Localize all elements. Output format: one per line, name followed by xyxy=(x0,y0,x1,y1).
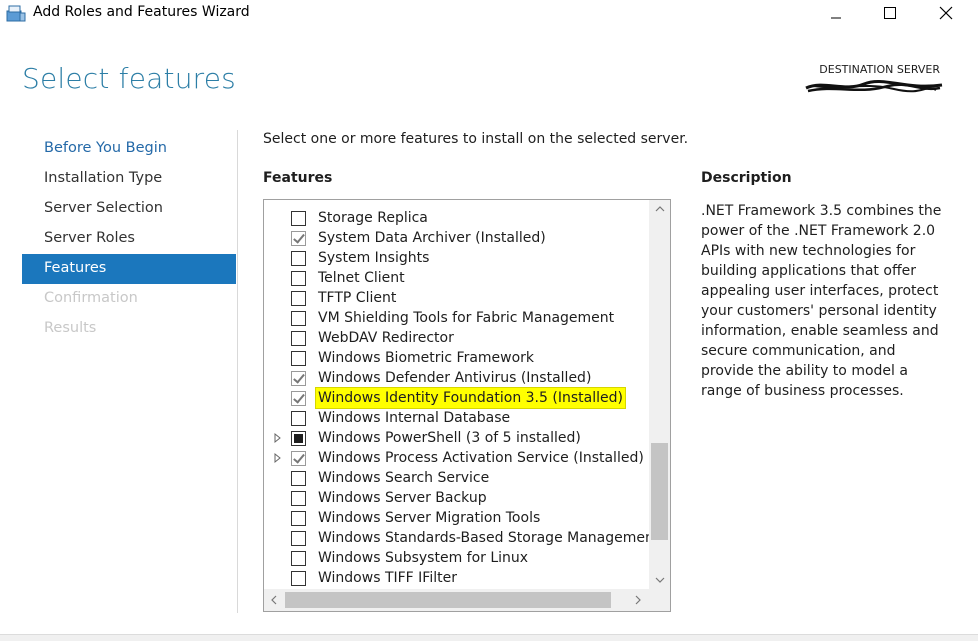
nav-before-you-begin[interactable]: Before You Begin xyxy=(22,134,236,164)
description-text: .NET Framework 3.5 combines the power of… xyxy=(701,203,942,399)
feature-checkbox[interactable] xyxy=(291,331,306,346)
feature-label: System Insights xyxy=(318,250,430,266)
feature-label: Windows Search Service xyxy=(318,470,490,486)
feature-label: Windows Biometric Framework xyxy=(318,350,535,366)
feature-checkbox[interactable] xyxy=(291,351,306,366)
maximize-button[interactable] xyxy=(864,0,916,26)
feature-label: Windows Standards-Based Storage Manageme… xyxy=(318,530,660,546)
chevron-left-icon xyxy=(271,595,277,605)
feature-checkbox[interactable] xyxy=(291,231,306,246)
feature-checkbox[interactable] xyxy=(291,531,306,546)
feature-checkbox[interactable] xyxy=(291,451,306,466)
expand-triangle-icon[interactable] xyxy=(274,432,282,444)
chevron-right-icon xyxy=(635,595,641,605)
chevron-down-icon xyxy=(655,577,664,583)
minimize-icon xyxy=(831,17,841,19)
feature-label: Storage Replica xyxy=(318,210,428,226)
feature-label: Windows Subsystem for Linux xyxy=(318,550,529,566)
feature-label: Windows TIFF IFilter xyxy=(318,570,457,586)
scroll-up-button[interactable] xyxy=(649,200,670,218)
feature-checkbox[interactable] xyxy=(291,211,306,226)
feature-checkbox[interactable] xyxy=(291,431,306,446)
feature-checkbox[interactable] xyxy=(291,371,306,386)
feature-row[interactable]: WebDAV Redirector xyxy=(264,328,648,348)
description-heading: Description xyxy=(701,170,792,186)
feature-row[interactable]: Windows PowerShell (3 of 5 installed) xyxy=(264,428,648,448)
redacted-server-name xyxy=(805,80,943,93)
feature-checkbox[interactable] xyxy=(291,491,306,506)
feature-checkbox[interactable] xyxy=(291,391,306,406)
feature-row[interactable]: Windows TIFF IFilter xyxy=(264,568,648,588)
nav-installation-type[interactable]: Installation Type xyxy=(22,164,236,194)
feature-row[interactable]: Windows Server Migration Tools xyxy=(264,508,648,528)
chevron-up-icon xyxy=(655,206,664,212)
nav-confirmation: Confirmation xyxy=(44,290,138,306)
nav-features[interactable]: Features xyxy=(22,254,236,284)
wizard-nav: Before You Begin Installation Type Serve… xyxy=(22,134,236,344)
feature-checkbox[interactable] xyxy=(291,511,306,526)
nav-divider xyxy=(237,130,238,613)
feature-row[interactable]: Windows Subsystem for Linux xyxy=(264,548,648,568)
nav-server-selection[interactable]: Server Selection xyxy=(22,194,236,224)
vertical-scrollbar[interactable] xyxy=(649,200,670,589)
feature-label: WebDAV Redirector xyxy=(318,330,454,346)
feature-checkbox[interactable] xyxy=(291,311,306,326)
feature-checkbox[interactable] xyxy=(291,291,306,306)
scroll-down-button[interactable] xyxy=(649,571,670,589)
window-titlebar[interactable]: Add Roles and Features Wizard xyxy=(0,0,978,28)
vertical-scroll-thumb[interactable] xyxy=(651,443,668,540)
feature-row[interactable]: Windows Search Service xyxy=(264,468,648,488)
feature-checkbox[interactable] xyxy=(291,571,306,586)
window-title: Add Roles and Features Wizard xyxy=(33,4,250,20)
scroll-left-button[interactable] xyxy=(264,589,284,611)
feature-checkbox[interactable] xyxy=(291,271,306,286)
feature-label: VM Shielding Tools for Fabric Management xyxy=(318,310,615,326)
close-button[interactable] xyxy=(920,0,972,26)
nav-server-roles[interactable]: Server Roles xyxy=(22,224,236,254)
scrollbar-corner xyxy=(649,589,670,611)
feature-row[interactable]: VM Shielding Tools for Fabric Management xyxy=(264,308,648,328)
feature-label: Windows PowerShell (3 of 5 installed) xyxy=(318,430,581,446)
feature-checkbox[interactable] xyxy=(291,551,306,566)
feature-label: Windows Internal Database xyxy=(318,410,511,426)
feature-label: Windows Server Backup xyxy=(318,490,487,506)
features-heading: Features xyxy=(263,170,333,186)
scroll-right-button[interactable] xyxy=(628,589,648,611)
feature-row[interactable]: TFTP Client xyxy=(264,288,648,308)
maximize-icon xyxy=(884,7,896,19)
feature-label: Windows Server Migration Tools xyxy=(318,510,541,526)
intro-text: Select one or more features to install o… xyxy=(263,131,689,147)
minimize-button[interactable] xyxy=(810,0,862,26)
feature-row[interactable]: Windows Internal Database xyxy=(264,408,648,428)
feature-label: Windows Process Activation Service (Inst… xyxy=(318,450,644,466)
feature-label: Windows Defender Antivirus (Installed) xyxy=(318,370,592,386)
feature-row[interactable]: Windows Server Backup xyxy=(264,488,648,508)
server-manager-icon xyxy=(6,4,26,22)
feature-row[interactable]: Windows Process Activation Service (Inst… xyxy=(264,448,648,468)
horizontal-scroll-thumb[interactable] xyxy=(285,592,611,608)
feature-row[interactable]: Windows Biometric Framework xyxy=(264,348,648,368)
feature-row[interactable]: Storage Replica xyxy=(264,208,648,228)
destination-server-label: DESTINATION SERVER xyxy=(819,63,940,76)
feature-row[interactable]: Windows Defender Antivirus (Installed) xyxy=(264,368,648,388)
feature-row[interactable]: System Insights xyxy=(264,248,648,268)
feature-checkbox[interactable] xyxy=(291,251,306,266)
feature-row[interactable]: Windows Identity Foundation 3.5 (Install… xyxy=(264,387,648,409)
feature-label: Telnet Client xyxy=(318,270,405,286)
feature-checkbox[interactable] xyxy=(291,471,306,486)
close-icon xyxy=(939,6,953,20)
footer-band xyxy=(0,634,978,641)
page-title: Select features xyxy=(22,62,236,95)
expand-triangle-icon[interactable] xyxy=(274,452,282,464)
feature-checkbox[interactable] xyxy=(291,411,306,426)
feature-label: TFTP Client xyxy=(318,290,397,306)
feature-label: Windows Identity Foundation 3.5 (Install… xyxy=(315,387,626,409)
feature-row[interactable]: Windows Standards-Based Storage Manageme… xyxy=(264,528,659,548)
features-tree[interactable]: Storage Replica System Data Archiver (Ins… xyxy=(263,199,671,612)
feature-row[interactable]: Telnet Client xyxy=(264,268,648,288)
feature-row[interactable]: System Data Archiver (Installed) xyxy=(264,228,648,248)
horizontal-scrollbar[interactable] xyxy=(264,589,650,611)
feature-label: System Data Archiver (Installed) xyxy=(318,230,546,246)
nav-results: Results xyxy=(44,320,97,336)
